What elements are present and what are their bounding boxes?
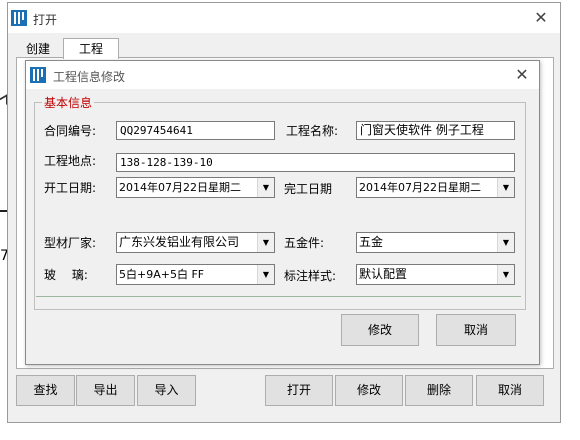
hardware-select[interactable]: 五金 ▼: [356, 232, 515, 253]
app-icon: [30, 67, 46, 83]
dropdown-arrow-icon[interactable]: ▼: [257, 178, 274, 197]
profile-maker-label: 型材厂家:: [44, 236, 97, 250]
basic-info-group-title: 基本信息: [42, 94, 95, 111]
start-date-label: 开工日期:: [44, 181, 97, 195]
project-site-input[interactable]: 138-128-139-10: [116, 153, 515, 172]
hardware-label: 五金件:: [284, 236, 325, 250]
dialog-title: 工程信息修改: [53, 70, 126, 84]
cancel-button[interactable]: 取消: [436, 314, 516, 346]
profile-maker-value: 广东兴发铝业有限公司: [119, 235, 240, 249]
open-dialog-titlebar[interactable]: 打开 ✕: [8, 3, 560, 33]
cancel-button-bottom[interactable]: 取消: [476, 375, 544, 406]
open-button[interactable]: 打开: [265, 375, 333, 406]
dropdown-arrow-icon[interactable]: ▼: [497, 265, 514, 284]
close-icon[interactable]: ✕: [529, 8, 553, 28]
dropdown-arrow-icon[interactable]: ▼: [257, 265, 274, 284]
delete-button[interactable]: 删除: [405, 375, 473, 406]
finish-date-picker[interactable]: 2014年07月22日星期二 ▼: [356, 177, 515, 198]
finish-date-label: 完工日期: [284, 182, 333, 196]
modify-button[interactable]: 修改: [341, 314, 419, 346]
contract-no-label: 合同编号:: [44, 124, 97, 138]
app-icon: [11, 10, 27, 26]
modify-button-bottom[interactable]: 修改: [335, 375, 403, 406]
close-icon[interactable]: ✕: [510, 65, 534, 85]
separator-line: [36, 296, 521, 297]
export-button[interactable]: 导出: [76, 375, 135, 406]
start-date-value: 2014年07月22日星期二: [119, 181, 241, 194]
project-info-dialog: 工程信息修改 ✕ 基本信息 合同编号: QQ297454641 工程名称: 门窗…: [25, 60, 540, 365]
label-style-value: 默认配置: [359, 267, 408, 281]
tab-create[interactable]: 创建: [18, 39, 58, 59]
import-button[interactable]: 导入: [137, 375, 196, 406]
glass-value: 5白+9A+5白 FF: [119, 268, 205, 281]
tab-project[interactable]: 工程: [63, 38, 119, 59]
label-style-select[interactable]: 默认配置 ▼: [356, 264, 515, 285]
hardware-value: 五金: [359, 235, 384, 249]
project-name-label: 工程名称:: [286, 124, 339, 138]
find-button[interactable]: 查找: [16, 375, 75, 406]
project-info-titlebar[interactable]: 工程信息修改 ✕: [26, 61, 539, 89]
contract-no-input[interactable]: QQ297454641: [116, 121, 275, 140]
project-name-input[interactable]: 门窗天使软件 例子工程: [356, 121, 515, 140]
dropdown-arrow-icon[interactable]: ▼: [497, 233, 514, 252]
project-site-label: 工程地点:: [44, 154, 97, 168]
label-style-label: 标注样式:: [284, 269, 337, 283]
glass-label: 玻 璃:: [44, 268, 88, 282]
dropdown-arrow-icon[interactable]: ▼: [497, 178, 514, 197]
window-title: 打开: [33, 13, 58, 27]
finish-date-value: 2014年07月22日星期二: [359, 181, 481, 194]
glass-select[interactable]: 5白+9A+5白 FF ▼: [116, 264, 275, 285]
profile-maker-select[interactable]: 广东兴发铝业有限公司 ▼: [116, 232, 275, 253]
start-date-picker[interactable]: 2014年07月22日星期二 ▼: [116, 177, 275, 198]
dropdown-arrow-icon[interactable]: ▼: [257, 233, 274, 252]
